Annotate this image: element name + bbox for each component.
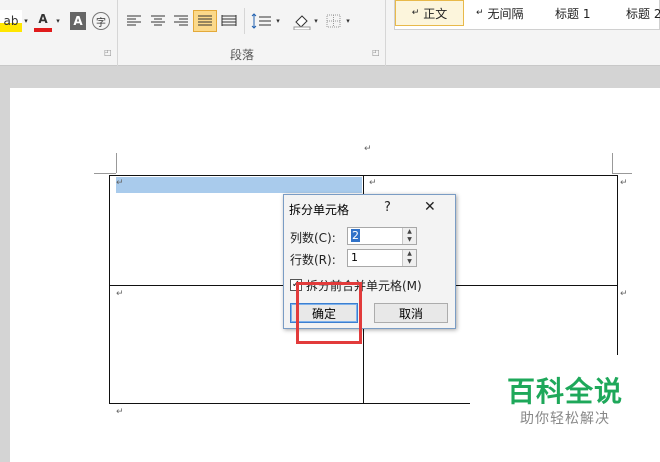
highlight-icon: ab — [3, 14, 19, 28]
watermark-logo: 百科全说 — [506, 375, 623, 408]
style-label: 标题 2 — [626, 6, 660, 21]
help-icon[interactable]: ? — [384, 200, 391, 215]
cell-end-mark: ↵ — [116, 178, 124, 188]
table-border — [109, 285, 283, 286]
rows-spinner[interactable]: ▲ ▼ — [402, 250, 416, 266]
cancel-button[interactable]: 取消 — [374, 303, 448, 323]
ribbon: ab ▾ A ▾ A 字 ◰ ▾ ▾ ▾ 段落 ◰ ↵ 正文 ↵ 无间隔 标题 … — [0, 0, 660, 66]
up-arrow-icon[interactable]: ▲ — [403, 228, 416, 236]
align-left-icon[interactable] — [126, 14, 142, 28]
paragraph-mark: ↵ — [116, 407, 124, 417]
table-border — [617, 175, 618, 355]
rows-input[interactable]: 1 ▲ ▼ — [347, 249, 417, 267]
align-right-icon[interactable] — [173, 14, 189, 28]
font-color-button[interactable]: A — [34, 10, 52, 32]
row-end-mark: ↵ — [620, 178, 628, 188]
char-shading-icon: A — [73, 14, 83, 28]
cell-end-mark: ↵ — [369, 178, 377, 188]
style-heading-2[interactable]: 标题 2 — [626, 0, 660, 26]
enclose-char-button[interactable]: 字 — [92, 12, 110, 30]
highlight-annotation — [296, 282, 362, 344]
table-border — [456, 285, 618, 286]
line-spacing-icon[interactable] — [251, 12, 275, 30]
font-color-dropdown-icon[interactable]: ▾ — [54, 10, 62, 32]
enclose-char-icon: 字 — [96, 17, 106, 29]
paragraph-mark: ↵ — [364, 144, 372, 154]
style-label: 标题 1 — [555, 6, 591, 21]
up-arrow-icon[interactable]: ▲ — [403, 250, 416, 258]
selected-cell-highlight — [116, 177, 362, 193]
down-arrow-icon[interactable]: ▼ — [403, 258, 416, 266]
rows-label: 行数(R): — [290, 253, 336, 267]
font-color-icon: A — [38, 12, 48, 26]
margin-mark — [612, 153, 613, 173]
down-arrow-icon[interactable]: ▼ — [403, 236, 416, 244]
columns-spinner[interactable]: ▲ ▼ — [402, 228, 416, 244]
margin-mark — [612, 173, 632, 174]
shading-icon[interactable] — [292, 12, 312, 30]
cell-end-mark: ↵ — [116, 289, 124, 299]
style-label: 正文 — [423, 6, 448, 21]
table-border — [363, 175, 364, 194]
row-end-mark: ↵ — [620, 289, 628, 299]
justify-button[interactable] — [193, 10, 217, 32]
borders-icon[interactable] — [326, 14, 342, 28]
icon-separator — [244, 8, 245, 34]
watermark-tagline: 助你轻松解决 — [520, 411, 610, 427]
line-spacing-dropdown-icon[interactable]: ▾ — [274, 10, 282, 32]
paragraph-symbol-icon: ↵ — [476, 8, 484, 18]
group-separator — [117, 0, 118, 66]
group-separator — [385, 0, 386, 66]
style-label: 无间隔 — [487, 6, 524, 21]
paragraph-group-label: 段落 — [230, 48, 255, 62]
paragraph-dialog-launcher-icon[interactable]: ◰ — [372, 48, 380, 57]
char-shading-button[interactable]: A — [70, 12, 86, 30]
close-icon[interactable]: ✕ — [424, 199, 436, 215]
align-center-icon[interactable] — [150, 14, 166, 28]
margin-mark — [116, 153, 117, 173]
columns-value: 2 — [351, 229, 360, 242]
distributed-align-icon[interactable] — [221, 14, 237, 28]
style-no-spacing[interactable]: ↵ 无间隔 — [476, 0, 548, 26]
highlight-dropdown-icon[interactable]: ▾ — [22, 10, 30, 32]
rows-value: 1 — [351, 251, 358, 264]
columns-input[interactable]: 2 ▲ ▼ — [347, 227, 417, 245]
paragraph-symbol-icon: ↵ — [411, 8, 420, 18]
columns-label: 列数(C): — [290, 231, 336, 245]
table-border — [109, 175, 110, 404]
style-heading-1[interactable]: 标题 1 — [555, 0, 615, 26]
justify-icon — [198, 15, 212, 26]
margin-mark — [94, 173, 116, 174]
borders-dropdown-icon[interactable]: ▾ — [344, 10, 352, 32]
shading-dropdown-icon[interactable]: ▾ — [312, 10, 320, 32]
highlight-button[interactable]: ab — [0, 10, 22, 32]
style-normal[interactable]: ↵ 正文 — [395, 0, 464, 26]
font-dialog-launcher-icon[interactable]: ◰ — [104, 48, 112, 57]
table-border — [363, 329, 364, 404]
table-border — [109, 403, 470, 404]
dialog-title: 拆分单元格 — [289, 203, 350, 217]
